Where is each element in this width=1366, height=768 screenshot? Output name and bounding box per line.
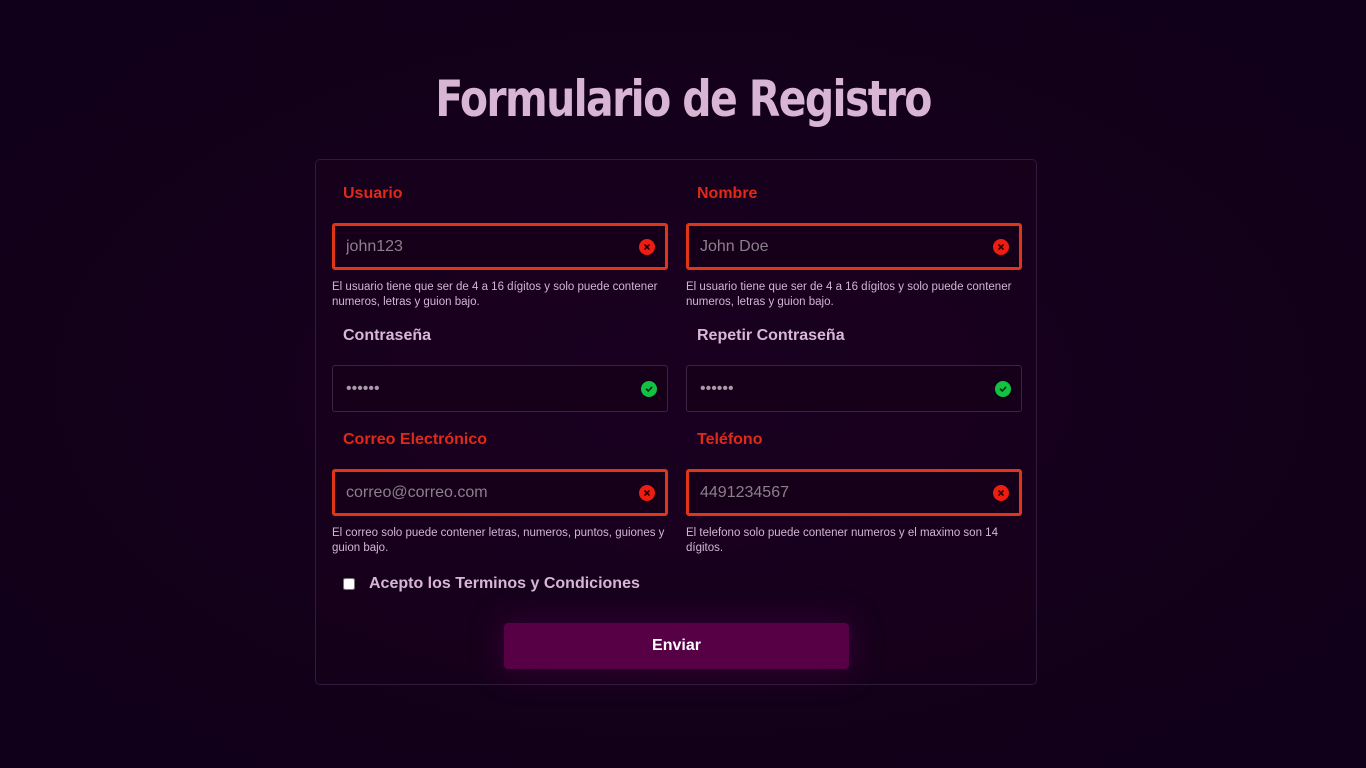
repeat-password-input-wrapper (686, 365, 1022, 412)
password-input[interactable] (333, 366, 667, 411)
telefono-input[interactable] (689, 472, 1019, 513)
error-circle-icon (993, 484, 1009, 501)
telefono-label: Teléfono (697, 431, 763, 448)
usuario-label: Usuario (343, 185, 403, 202)
check-circle-icon (641, 380, 657, 397)
check-circle-icon (995, 380, 1011, 397)
error-circle-icon (639, 238, 655, 255)
correo-error-message: El correo solo puede contener letras, nu… (332, 527, 665, 554)
submit-button[interactable]: Enviar (504, 623, 849, 669)
terms-row: Acepto los Terminos y Condiciones (343, 575, 640, 593)
error-circle-icon (993, 238, 1009, 255)
correo-input[interactable] (335, 472, 665, 513)
nombre-label: Nombre (697, 185, 758, 202)
error-circle-icon (639, 484, 655, 501)
page-title: Formulario de Registro (435, 70, 932, 128)
telefono-error-message: El telefono solo puede contener numeros … (686, 527, 998, 554)
nombre-error-message: El usuario tiene que ser de 4 a 16 dígit… (686, 281, 1012, 308)
nombre-input[interactable] (689, 226, 1019, 267)
password-label: Contraseña (343, 327, 432, 344)
usuario-error-message: El usuario tiene que ser de 4 a 16 dígit… (332, 281, 658, 308)
terms-label[interactable]: Acepto los Terminos y Condiciones (369, 575, 640, 593)
terms-checkbox[interactable] (343, 578, 355, 590)
usuario-input-wrapper (332, 223, 668, 270)
password-input-wrapper (332, 365, 668, 412)
telefono-input-wrapper (686, 469, 1022, 516)
nombre-input-wrapper (686, 223, 1022, 270)
registration-form: Usuario El usuario tiene que ser de 4 a … (315, 159, 1037, 685)
correo-label: Correo Electrónico (343, 431, 488, 448)
repeat-password-label: Repetir Contraseña (697, 327, 845, 344)
usuario-input[interactable] (335, 226, 665, 267)
correo-input-wrapper (332, 469, 668, 516)
repeat-password-input[interactable] (687, 366, 1021, 411)
